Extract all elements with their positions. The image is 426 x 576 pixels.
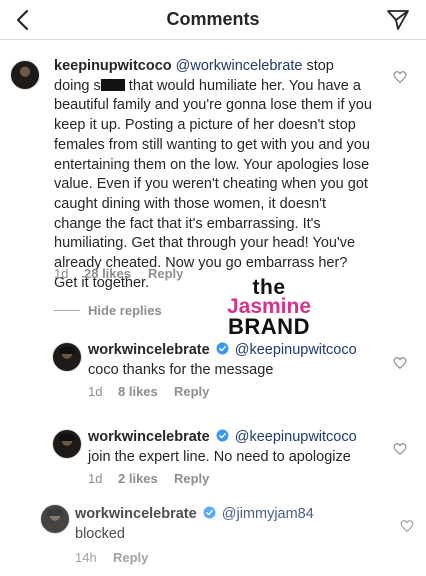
reply-comment: workwincelebrate @jimmyjam84 blocked (75, 505, 375, 544)
hide-replies-label: Hide replies (88, 303, 162, 318)
reply-meta: 14h Reply (75, 550, 148, 565)
reply-time: 1d (88, 471, 103, 486)
reply-mention[interactable]: @keepinupwitcoco (235, 429, 357, 445)
paper-plane-icon (387, 10, 409, 30)
comment-text-rest: that would humiliate her. You have a bea… (54, 77, 372, 291)
avatar[interactable] (10, 60, 40, 90)
like-heart-icon[interactable] (400, 519, 414, 533)
avatar[interactable] (40, 504, 70, 534)
reply-username[interactable]: workwincelebrate (88, 429, 210, 445)
reply-mention[interactable]: @jimmyjam84 (222, 506, 314, 522)
main-comment: keepinupwitcoco @workwincelebrate stop d… (54, 57, 372, 293)
share-button[interactable] (384, 6, 412, 34)
comment-reply-button[interactable]: Reply (148, 266, 183, 281)
reply-meta: 1d 8 likes Reply (88, 384, 209, 399)
avatar[interactable] (52, 342, 82, 372)
verified-badge-icon (203, 506, 216, 519)
reply-likes[interactable]: 2 likes (118, 471, 174, 486)
like-heart-icon[interactable] (393, 356, 407, 370)
reply-reply-button[interactable]: Reply (174, 384, 209, 399)
reply-username[interactable]: workwincelebrate (88, 342, 210, 358)
avatar[interactable] (52, 429, 82, 459)
reply-comment: workwincelebrate @keepinupwitcoco join t… (88, 428, 388, 467)
reply-meta: 1d 2 likes Reply (88, 471, 209, 486)
reply-reply-button[interactable]: Reply (174, 471, 209, 486)
like-heart-icon[interactable] (393, 70, 407, 84)
censor-bar (100, 78, 125, 91)
page-title: Comments (166, 9, 260, 29)
comment-username[interactable]: keepinupwitcoco (54, 58, 172, 74)
reply-mention[interactable]: @keepinupwitcoco (235, 342, 357, 358)
reply-likes[interactable]: 8 likes (118, 384, 174, 399)
verified-badge-icon (216, 342, 229, 355)
verified-badge-icon (216, 429, 229, 442)
like-heart-icon[interactable] (393, 442, 407, 456)
comment-mention[interactable]: @workwincelebrate (176, 58, 303, 74)
hide-replies-button[interactable]: Hide replies (54, 303, 162, 318)
reply-text: blocked (75, 525, 125, 542)
watermark-line3: BRAND (228, 314, 310, 339)
reply-text: join the expert line. No need to apologi… (88, 448, 351, 465)
watermark-logo: the Jasmine BRAND (216, 277, 322, 338)
comment-time: 1d (54, 266, 69, 281)
reply-text: coco thanks for the message (88, 361, 274, 378)
reply-username[interactable]: workwincelebrate (75, 506, 197, 522)
reply-time: 1d (88, 384, 103, 399)
comment-meta: 1d 28 likes Reply (54, 266, 183, 281)
comments-header: Comments (0, 0, 426, 40)
comment-likes[interactable]: 28 likes (84, 266, 148, 281)
reply-time: 14h (75, 550, 97, 565)
reply-comment: workwincelebrate @keepinupwitcoco coco t… (88, 341, 378, 380)
divider (54, 310, 80, 311)
reply-reply-button[interactable]: Reply (113, 550, 148, 565)
